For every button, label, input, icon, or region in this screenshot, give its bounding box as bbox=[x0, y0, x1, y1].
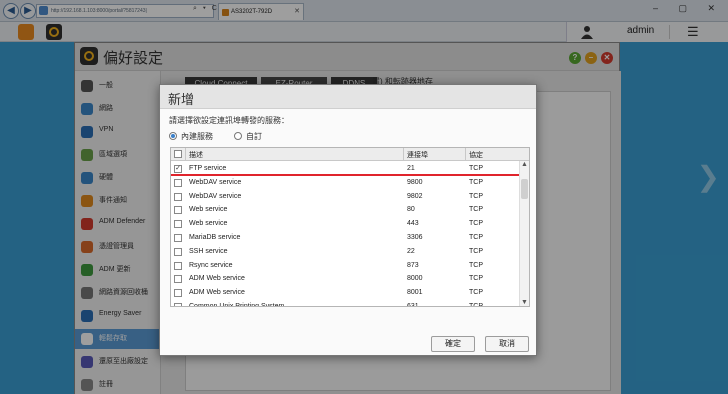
service-protocol: TCP bbox=[469, 289, 483, 297]
service-name: Web service bbox=[189, 206, 228, 214]
service-protocol: TCP bbox=[469, 206, 483, 214]
service-port: 8000 bbox=[407, 275, 423, 283]
service-protocol: TCP bbox=[469, 261, 483, 269]
scroll-up-icon[interactable]: ▲ bbox=[521, 161, 528, 168]
service-protocol: TCP bbox=[469, 234, 483, 241]
column-separator bbox=[465, 148, 466, 161]
service-checkbox[interactable] bbox=[174, 303, 182, 306]
column-header-description[interactable]: 描述 bbox=[189, 150, 203, 160]
service-row[interactable]: SSH service 22 TCP bbox=[171, 245, 520, 259]
service-port: 631 bbox=[407, 303, 419, 307]
service-checkbox[interactable]: ✓ bbox=[174, 165, 182, 173]
service-name: WebDAV service bbox=[189, 192, 242, 200]
service-row[interactable]: Web service 80 TCP bbox=[171, 203, 520, 217]
dialog-prompt: 請選擇欲設定連訊埠轉發的服務： bbox=[169, 116, 289, 125]
service-protocol: TCP bbox=[469, 165, 483, 172]
service-row[interactable]: ✓ FTP service 21 TCP bbox=[171, 162, 520, 176]
service-port: 9800 bbox=[407, 178, 423, 186]
service-row[interactable]: Web service 443 TCP bbox=[171, 217, 520, 231]
service-port: 80 bbox=[407, 206, 415, 214]
service-checkbox[interactable] bbox=[174, 206, 182, 215]
radio-custom-dot[interactable] bbox=[234, 132, 242, 140]
service-name: WebDAV service bbox=[189, 178, 242, 186]
service-row[interactable]: ADM Web service 8000 TCP bbox=[171, 272, 520, 286]
radio-builtin-label: 內建服務 bbox=[181, 132, 213, 141]
column-header-port[interactable]: 連接埠 bbox=[407, 150, 428, 160]
service-protocol: TCP bbox=[469, 178, 483, 186]
service-protocol: TCP bbox=[469, 303, 483, 307]
service-protocol: TCP bbox=[469, 220, 483, 228]
service-row[interactable]: Common Unix Printing System 631 TCP bbox=[171, 300, 520, 307]
service-row[interactable]: WebDAV service 9802 TCP bbox=[171, 190, 520, 204]
service-protocol: TCP bbox=[469, 275, 483, 283]
service-checkbox[interactable] bbox=[174, 234, 182, 242]
service-checkbox[interactable] bbox=[174, 289, 182, 298]
service-name: ADM Web service bbox=[189, 289, 245, 297]
service-port: 9802 bbox=[407, 192, 423, 200]
service-name: ADM Web service bbox=[189, 275, 245, 283]
service-protocol: TCP bbox=[469, 247, 483, 255]
radio-custom[interactable]: 自訂 bbox=[234, 130, 274, 142]
dialog-header: 新增 bbox=[160, 85, 536, 109]
service-port: 21 bbox=[407, 165, 415, 172]
service-checkbox[interactable] bbox=[174, 247, 182, 256]
column-separator bbox=[185, 148, 186, 161]
service-checkbox[interactable] bbox=[174, 261, 182, 270]
scroll-down-icon[interactable]: ▼ bbox=[521, 299, 528, 306]
service-row[interactable]: Rsync service 873 TCP bbox=[171, 259, 520, 273]
grid-header: 描述 連接埠 協定 bbox=[171, 148, 529, 161]
radio-builtin-dot[interactable] bbox=[169, 132, 177, 140]
column-separator bbox=[403, 148, 404, 161]
radio-custom-label: 自訂 bbox=[246, 132, 262, 141]
service-row[interactable]: WebDAV service 9800 TCP bbox=[171, 176, 520, 190]
service-port: 873 bbox=[407, 261, 419, 269]
service-checkbox[interactable] bbox=[174, 275, 182, 284]
service-row[interactable]: ADM Web service 8001 TCP bbox=[171, 286, 520, 300]
service-name: MariaDB service bbox=[189, 234, 241, 241]
service-port: 443 bbox=[407, 220, 419, 228]
service-port: 3306 bbox=[407, 234, 423, 241]
service-row[interactable]: MariaDB service 3306 TCP bbox=[171, 231, 520, 245]
column-header-protocol[interactable]: 協定 bbox=[469, 150, 483, 160]
service-checkbox[interactable] bbox=[174, 192, 182, 201]
service-name: Web service bbox=[189, 220, 228, 228]
scroll-thumb[interactable] bbox=[521, 179, 528, 199]
service-name: SSH service bbox=[189, 247, 228, 255]
service-port: 22 bbox=[407, 247, 415, 255]
add-service-dialog: 新增 請選擇欲設定連訊埠轉發的服務： 內建服務 自訂 描述 連接埠 協定 ✓ FT… bbox=[159, 84, 537, 356]
dialog-title: 新增 bbox=[168, 92, 195, 107]
services-grid: 描述 連接埠 協定 ✓ FTP service 21 TCP WebDAV servic… bbox=[170, 147, 530, 307]
ok-button[interactable]: 確定 bbox=[431, 336, 475, 352]
service-port: 8001 bbox=[407, 289, 423, 297]
radio-builtin-services[interactable]: 內建服務 bbox=[169, 130, 229, 142]
cancel-button[interactable]: 取消 bbox=[485, 336, 529, 352]
service-checkbox[interactable] bbox=[174, 178, 182, 187]
service-name: Common Unix Printing System bbox=[189, 303, 285, 307]
service-name: FTP service bbox=[189, 165, 227, 172]
select-all-checkbox[interactable] bbox=[174, 150, 182, 158]
service-name: Rsync service bbox=[189, 261, 233, 269]
grid-scrollbar[interactable]: ▲ ▼ bbox=[519, 161, 529, 306]
service-checkbox[interactable] bbox=[174, 220, 182, 229]
service-protocol: TCP bbox=[469, 192, 483, 200]
